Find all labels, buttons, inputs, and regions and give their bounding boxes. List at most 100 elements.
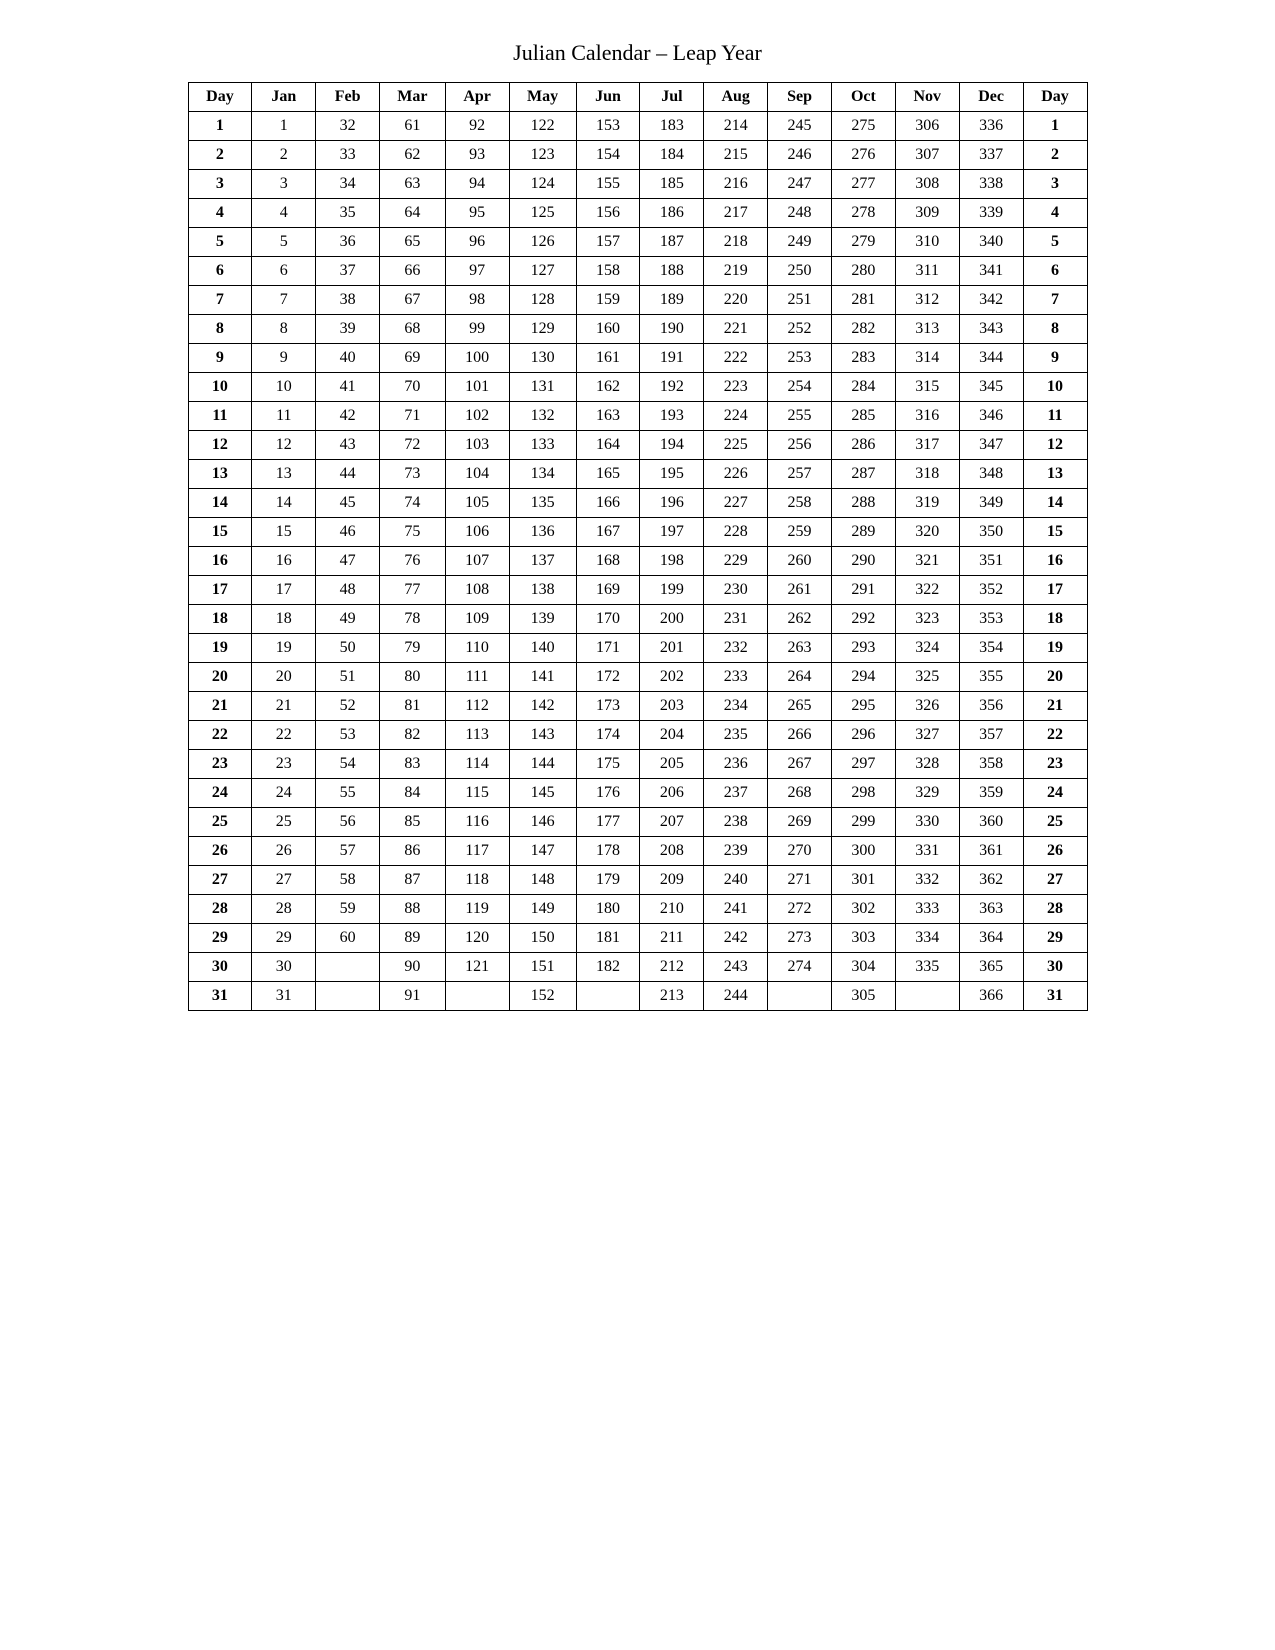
table-cell: 250 <box>768 257 832 286</box>
table-cell: 107 <box>445 547 509 576</box>
table-cell: 111 <box>445 663 509 692</box>
table-cell: 190 <box>640 315 704 344</box>
table-cell: 15 <box>188 518 252 547</box>
table-cell: 366 <box>959 982 1023 1011</box>
table-cell: 318 <box>895 460 959 489</box>
table-cell: 9 <box>252 344 316 373</box>
table-cell: 76 <box>380 547 446 576</box>
table-cell: 219 <box>704 257 768 286</box>
table-cell: 244 <box>704 982 768 1011</box>
table-cell: 148 <box>509 866 576 895</box>
table-cell: 263 <box>768 634 832 663</box>
table-cell: 37 <box>316 257 380 286</box>
table-cell: 189 <box>640 286 704 315</box>
table-cell: 99 <box>445 315 509 344</box>
table-cell: 334 <box>895 924 959 953</box>
table-row: 2323548311414417520523626729732835823 <box>188 750 1087 779</box>
table-cell: 281 <box>831 286 895 315</box>
table-cell: 307 <box>895 141 959 170</box>
table-row: 1616477610713716819822926029032135116 <box>188 547 1087 576</box>
table-cell: 121 <box>445 953 509 982</box>
table-cell: 24 <box>1023 779 1087 808</box>
table-cell: 166 <box>576 489 640 518</box>
table-row: 223362931231541842152462763073372 <box>188 141 1087 170</box>
table-cell: 98 <box>445 286 509 315</box>
table-cell: 141 <box>509 663 576 692</box>
table-cell: 139 <box>509 605 576 634</box>
table-cell: 308 <box>895 170 959 199</box>
table-cell: 126 <box>509 228 576 257</box>
table-cell: 14 <box>252 489 316 518</box>
table-cell: 354 <box>959 634 1023 663</box>
table-cell: 262 <box>768 605 832 634</box>
table-cell: 236 <box>704 750 768 779</box>
table-cell: 31 <box>1023 982 1087 1011</box>
table-row: 443564951251561862172482783093394 <box>188 199 1087 228</box>
table-cell: 365 <box>959 953 1023 982</box>
table-cell: 268 <box>768 779 832 808</box>
table-cell: 136 <box>509 518 576 547</box>
table-cell: 71 <box>380 402 446 431</box>
table-cell <box>316 953 380 982</box>
table-cell: 275 <box>831 112 895 141</box>
table-row: 2727588711814817920924027130133236227 <box>188 866 1087 895</box>
table-cell: 75 <box>380 518 446 547</box>
table-cell: 332 <box>895 866 959 895</box>
table-cell: 74 <box>380 489 446 518</box>
table-cell: 363 <box>959 895 1023 924</box>
table-cell: 350 <box>959 518 1023 547</box>
table-cell: 194 <box>640 431 704 460</box>
table-cell: 133 <box>509 431 576 460</box>
table-cell: 153 <box>576 112 640 141</box>
table-row: 553665961261571872182492793103405 <box>188 228 1087 257</box>
table-cell: 330 <box>895 808 959 837</box>
table-cell: 171 <box>576 634 640 663</box>
table-cell: 65 <box>380 228 446 257</box>
table-cell: 258 <box>768 489 832 518</box>
table-cell: 108 <box>445 576 509 605</box>
table-cell: 355 <box>959 663 1023 692</box>
table-cell: 69 <box>380 344 446 373</box>
table-cell: 221 <box>704 315 768 344</box>
table-cell: 312 <box>895 286 959 315</box>
table-cell: 145 <box>509 779 576 808</box>
table-cell: 357 <box>959 721 1023 750</box>
table-cell: 155 <box>576 170 640 199</box>
table-row: 1111427110213216319322425528531634611 <box>188 402 1087 431</box>
table-cell: 196 <box>640 489 704 518</box>
table-cell: 217 <box>704 199 768 228</box>
table-cell: 131 <box>509 373 576 402</box>
table-cell: 327 <box>895 721 959 750</box>
table-cell: 6 <box>1023 257 1087 286</box>
table-cell: 183 <box>640 112 704 141</box>
table-cell: 313 <box>895 315 959 344</box>
table-cell: 270 <box>768 837 832 866</box>
table-cell: 359 <box>959 779 1023 808</box>
table-cell: 214 <box>704 112 768 141</box>
table-cell: 1 <box>1023 112 1087 141</box>
table-cell: 17 <box>252 576 316 605</box>
table-cell: 347 <box>959 431 1023 460</box>
table-cell: 138 <box>509 576 576 605</box>
table-cell: 184 <box>640 141 704 170</box>
table-cell: 192 <box>640 373 704 402</box>
table-cell: 95 <box>445 199 509 228</box>
table-cell: 206 <box>640 779 704 808</box>
table-cell: 26 <box>188 837 252 866</box>
table-cell: 215 <box>704 141 768 170</box>
table-cell: 228 <box>704 518 768 547</box>
table-cell: 21 <box>252 692 316 721</box>
table-cell: 96 <box>445 228 509 257</box>
table-cell: 116 <box>445 808 509 837</box>
table-cell: 207 <box>640 808 704 837</box>
table-cell: 176 <box>576 779 640 808</box>
column-header: Day <box>188 83 252 112</box>
table-cell: 193 <box>640 402 704 431</box>
table-cell: 253 <box>768 344 832 373</box>
table-cell: 92 <box>445 112 509 141</box>
table-cell: 122 <box>509 112 576 141</box>
table-cell: 18 <box>252 605 316 634</box>
table-row: 1717487710813816919923026129132235217 <box>188 576 1087 605</box>
table-cell: 28 <box>1023 895 1087 924</box>
table-cell: 232 <box>704 634 768 663</box>
